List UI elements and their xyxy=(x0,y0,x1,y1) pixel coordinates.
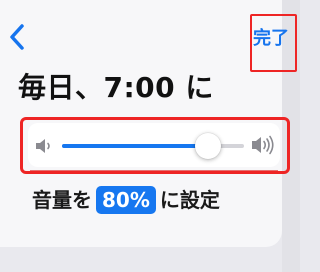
speaker-high-icon xyxy=(252,135,274,155)
volume-slider[interactable] xyxy=(62,133,244,159)
speaker-low-icon xyxy=(36,139,50,153)
volume-slider-fill xyxy=(62,144,208,148)
caption-prefix: 音量を xyxy=(32,188,92,212)
volume-slider-thumb[interactable] xyxy=(194,133,221,159)
back-button[interactable] xyxy=(6,22,30,52)
volume-caption: 音量を 80% に設定 xyxy=(32,184,220,214)
volume-value-badge: 80% xyxy=(96,186,156,214)
page-title: 毎日、7:00 に xyxy=(18,71,214,104)
caption-suffix: に設定 xyxy=(159,188,220,212)
done-button[interactable]: 完了 xyxy=(253,24,289,50)
chevron-left-icon xyxy=(10,24,24,50)
